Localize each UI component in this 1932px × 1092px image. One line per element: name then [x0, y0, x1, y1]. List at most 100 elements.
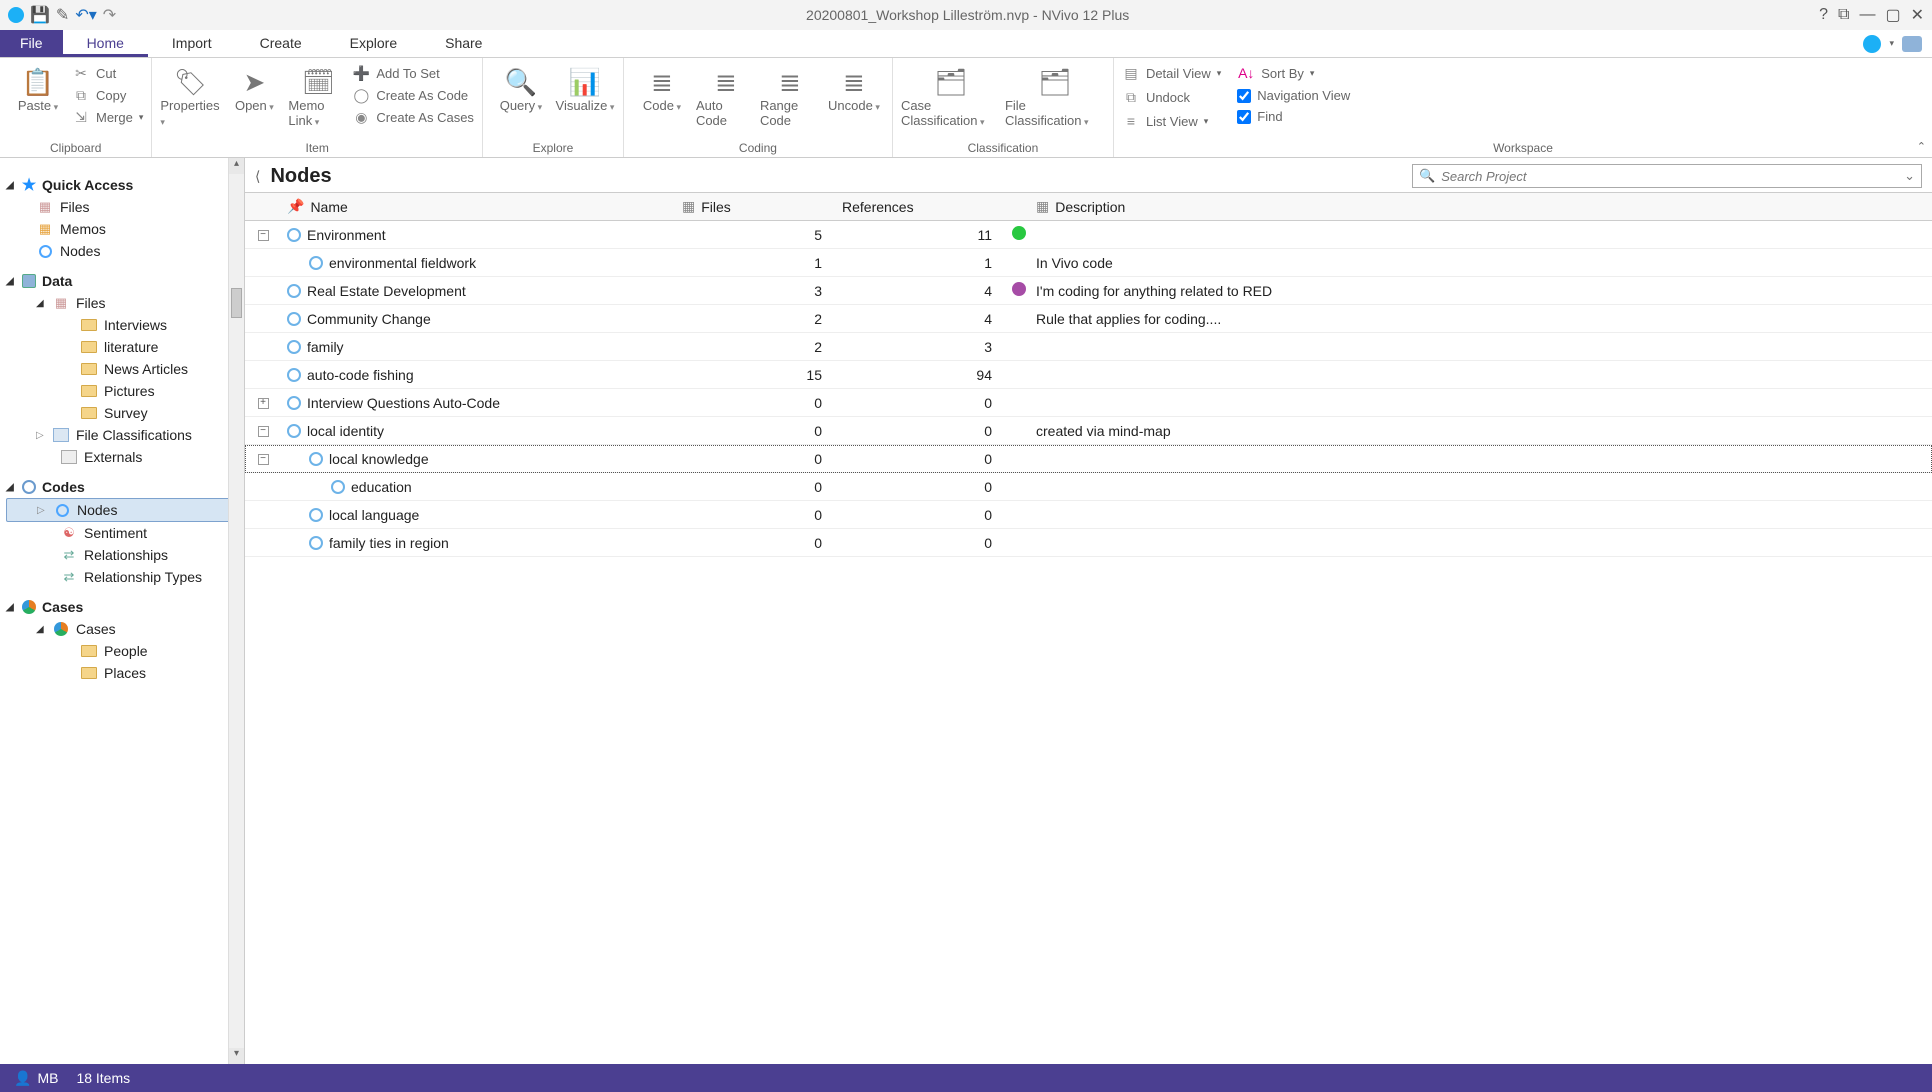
back-icon[interactable]: ⟨	[255, 168, 262, 185]
minimize-icon[interactable]: —	[1859, 6, 1875, 24]
redo-icon[interactable]: ↷	[103, 5, 116, 25]
detail-view-button[interactable]: ▤Detail View ▾	[1122, 64, 1221, 82]
collapse-icon[interactable]: −	[258, 230, 269, 241]
save-icon[interactable]: 💾	[30, 5, 50, 25]
node-name: Interview Questions Auto-Code	[307, 395, 500, 411]
nav-view-checkbox[interactable]	[1237, 89, 1251, 103]
table-row[interactable]: Community Change24Rule that applies for …	[245, 305, 1932, 333]
nav-qa-files[interactable]: ▦Files	[6, 196, 240, 218]
properties-button[interactable]: 🏷Properties	[160, 62, 220, 128]
merge-button[interactable]: ⇲Merge ▾	[72, 108, 143, 126]
nav-qa-nodes[interactable]: Nodes	[6, 240, 240, 262]
collapse-ribbon-icon[interactable]: ⌃	[1917, 140, 1926, 153]
cut-button[interactable]: ✂Cut	[72, 64, 143, 82]
edit-icon[interactable]: ✎	[56, 5, 69, 25]
nav-data-files[interactable]: ◢▦Files	[6, 292, 240, 314]
nav-data-pictures[interactable]: Pictures	[6, 380, 240, 402]
nav-cases-header[interactable]: ◢Cases	[6, 596, 240, 618]
find-toggle[interactable]: Find	[1237, 109, 1350, 124]
table-row[interactable]: family ties in region00	[245, 529, 1932, 557]
table-row[interactable]: local language00	[245, 501, 1932, 529]
table-row[interactable]: family23	[245, 333, 1932, 361]
code-button[interactable]: ≣Code	[632, 62, 692, 113]
col-files[interactable]: ▦ Files	[676, 194, 836, 219]
tab-create[interactable]: Create	[236, 30, 326, 57]
nav-view-toggle[interactable]: Navigation View	[1237, 88, 1350, 103]
col-desc[interactable]: ▦ Description	[1030, 194, 1932, 219]
copy-button[interactable]: ⧉Copy	[72, 86, 143, 104]
language-icon[interactable]	[1863, 35, 1881, 53]
nav-cases-people[interactable]: People	[6, 640, 240, 662]
col-name[interactable]: 📌Name	[281, 194, 676, 219]
comment-icon[interactable]	[1902, 36, 1922, 52]
query-icon: 🔍	[505, 66, 537, 98]
table-row[interactable]: −Environment511	[245, 221, 1932, 249]
nav-data-interviews[interactable]: Interviews	[6, 314, 240, 336]
nav-data-survey[interactable]: Survey	[6, 402, 240, 424]
maximize-icon[interactable]: ▢	[1885, 5, 1900, 25]
collapse-icon[interactable]: −	[258, 454, 269, 465]
file-classification-button[interactable]: 🗂File Classification	[1005, 62, 1105, 128]
add-to-set-button[interactable]: ➕Add To Set	[352, 64, 474, 82]
folder-icon	[80, 317, 98, 333]
nav-scrollbar[interactable]: ▴ ▾	[228, 158, 244, 1064]
close-icon[interactable]: ✕	[1911, 5, 1924, 25]
find-checkbox[interactable]	[1237, 110, 1251, 124]
file-class-icon: 🗂	[1039, 66, 1071, 98]
col-refs[interactable]: References	[836, 195, 1006, 219]
cases-icon	[52, 621, 70, 637]
nav-data-literature[interactable]: literature	[6, 336, 240, 358]
create-as-code-button[interactable]: ◯Create As Code	[352, 86, 474, 104]
tab-home[interactable]: Home	[63, 30, 148, 57]
nav-cases-places[interactable]: Places	[6, 662, 240, 684]
table-row[interactable]: Real Estate Development34I'm coding for …	[245, 277, 1932, 305]
nav-data-externals[interactable]: Externals	[6, 446, 240, 468]
nav-data-header[interactable]: ◢Data	[6, 270, 240, 292]
nav-qa-memos[interactable]: ▦Memos	[6, 218, 240, 240]
nav-data-fc[interactable]: ▷File Classifications	[6, 424, 240, 446]
search-input[interactable]: 🔍 Search Project ⌄	[1412, 164, 1922, 188]
sort-by-button[interactable]: A↓Sort By ▾	[1237, 64, 1350, 82]
table-row[interactable]: auto-code fishing1594	[245, 361, 1932, 389]
tab-explore[interactable]: Explore	[326, 30, 421, 57]
nav-cases-cases[interactable]: ◢Cases	[6, 618, 240, 640]
nav-codes-header[interactable]: ◢Codes	[6, 476, 240, 498]
nav-codes-sentiment[interactable]: ☯Sentiment	[6, 522, 240, 544]
file-menu[interactable]: File	[0, 30, 63, 57]
undo-icon[interactable]: ↶▾	[75, 5, 96, 25]
refs-count: 0	[836, 475, 1006, 499]
scroll-thumb[interactable]	[231, 288, 242, 318]
query-button[interactable]: 🔍Query	[491, 62, 551, 113]
help-icon[interactable]: ?	[1819, 6, 1828, 24]
paste-button[interactable]: 📋 Paste	[8, 62, 68, 113]
search-dropdown-icon[interactable]: ⌄	[1904, 168, 1915, 184]
nav-codes-relationships[interactable]: ⇄Relationships	[6, 544, 240, 566]
scroll-up-icon[interactable]: ▴	[229, 158, 244, 174]
nav-data-news[interactable]: News Articles	[6, 358, 240, 380]
list-view-button[interactable]: ≡List View ▾	[1122, 112, 1221, 130]
table-row[interactable]: education00	[245, 473, 1932, 501]
visualize-button[interactable]: 📊Visualize	[555, 62, 615, 113]
uncode-button[interactable]: ≣Uncode	[824, 62, 884, 113]
undock-button[interactable]: ⧉Undock	[1122, 88, 1221, 106]
nav-quick-access-header[interactable]: ◢★Quick Access	[6, 174, 240, 196]
expand-icon[interactable]: +	[258, 398, 269, 409]
auto-code-button[interactable]: ≣Auto Code	[696, 62, 756, 128]
table-row[interactable]: +Interview Questions Auto-Code00	[245, 389, 1932, 417]
table-row[interactable]: −local knowledge00	[245, 445, 1932, 473]
open-button[interactable]: ➤Open	[224, 62, 284, 113]
restore-icon[interactable]: ⧉	[1838, 6, 1849, 24]
collapse-icon[interactable]: −	[258, 426, 269, 437]
memo-link-button[interactable]: 🗓Memo Link	[288, 62, 348, 128]
nav-codes-reltypes[interactable]: ⇄Relationship Types	[6, 566, 240, 588]
files-icon: ▦	[52, 295, 70, 311]
table-row[interactable]: environmental fieldwork11In Vivo code	[245, 249, 1932, 277]
create-as-cases-button[interactable]: ◉Create As Cases	[352, 108, 474, 126]
tab-import[interactable]: Import	[148, 30, 236, 57]
case-classification-button[interactable]: 🗂Case Classification	[901, 62, 1001, 128]
nav-codes-nodes[interactable]: ▷Nodes	[6, 498, 240, 522]
table-row[interactable]: −local identity00created via mind-map	[245, 417, 1932, 445]
range-code-button[interactable]: ≣Range Code	[760, 62, 820, 128]
tab-share[interactable]: Share	[421, 30, 506, 57]
scroll-down-icon[interactable]: ▾	[229, 1048, 244, 1064]
